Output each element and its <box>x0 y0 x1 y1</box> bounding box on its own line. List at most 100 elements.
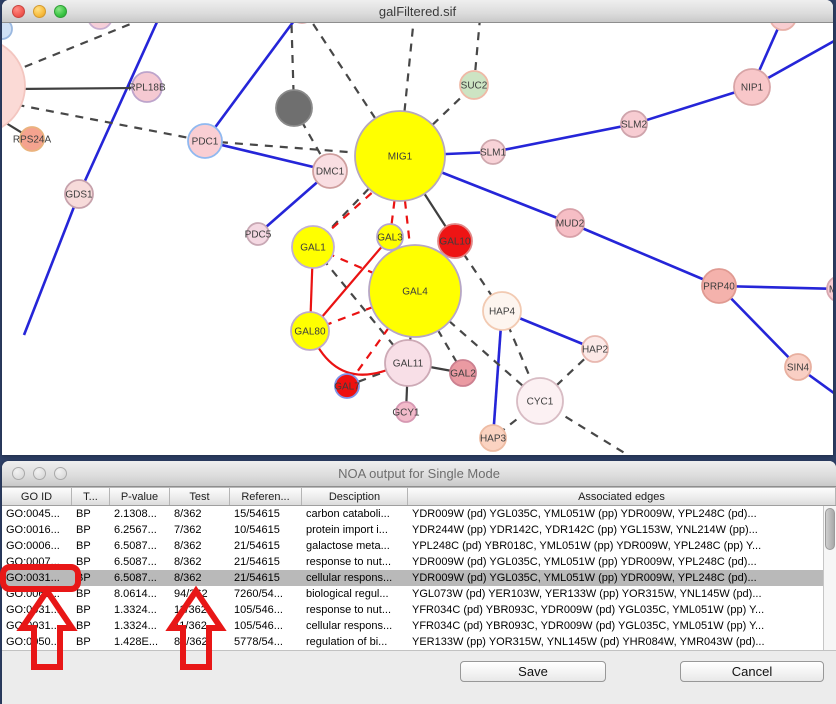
table-row[interactable]: GO:0031...BP1.3324...11/362105/546...cel… <box>2 618 836 634</box>
cell: protein import i... <box>302 522 408 538</box>
cell: response to nut... <box>302 602 408 618</box>
node-label-prp40: PRP40 <box>703 282 735 293</box>
cell: 7260/54... <box>230 586 302 602</box>
cancel-button[interactable]: Cancel <box>680 661 824 682</box>
cell: 15/54615 <box>230 506 302 522</box>
cell: 6.5087... <box>110 538 170 554</box>
cell: cellular respons... <box>302 618 408 634</box>
table-row[interactable]: GO:0007...BP6.5087...8/36221/54615respon… <box>2 554 836 570</box>
column-header-associated-edges[interactable]: Associated edges <box>408 488 836 505</box>
cell: YGL073W (pd) YER103W, YER133W (pp) YOR31… <box>408 586 836 602</box>
column-header-p-value[interactable]: P-value <box>110 488 170 505</box>
cell: YDR009W (pd) YGL035C, YML051W (pp) YDR00… <box>408 506 836 522</box>
table-header: GO IDT...P-valueTestReferen...Desciption… <box>2 487 836 506</box>
cell: 105/546... <box>230 618 302 634</box>
vertical-scrollbar[interactable] <box>823 506 836 650</box>
cell: 21/54615 <box>230 554 302 570</box>
cell: BP <box>72 554 110 570</box>
node-label-rpl18b: RPL18B <box>128 83 166 94</box>
node-label-gal3: GAL3 <box>377 233 403 244</box>
cell: YFR034C (pd) YBR093C, YDR009W (pd) YGL03… <box>408 618 836 634</box>
table-row[interactable]: GO:0050...BP1.428E...80/3625778/54...reg… <box>2 634 836 650</box>
node-label-gal1: GAL1 <box>300 243 326 254</box>
cell: 8/362 <box>170 554 230 570</box>
cell: GO:0031... <box>2 602 72 618</box>
cell: GO:0016... <box>2 522 72 538</box>
table-row-selected[interactable]: GO:0031...BP6.5087...8/36221/54615cellul… <box>2 570 836 586</box>
column-header-t[interactable]: T... <box>72 488 110 505</box>
node-label-nip1: NIP1 <box>741 83 764 94</box>
cell: carbon cataboli... <box>302 506 408 522</box>
cell: BP <box>72 570 110 586</box>
desktop: galFiltered.sif RPL18BRPS24AGDS1PDC1DMC1… <box>0 0 836 704</box>
cell: 8/362 <box>170 570 230 586</box>
cell: 2.1308... <box>110 506 170 522</box>
cell: 10/54615 <box>230 522 302 538</box>
cell: GO:0007... <box>2 554 72 570</box>
node-label-msn: MSN <box>829 285 833 296</box>
node-label-gal80: GAL80 <box>294 327 326 338</box>
table-row[interactable]: GO:0016...BP6.2567...7/36210/54615protei… <box>2 522 836 538</box>
node-label-hap4: HAP4 <box>489 307 516 318</box>
cell: 11/362 <box>170 618 230 634</box>
cell: GO:0006... <box>2 538 72 554</box>
noa-window-titlebar[interactable]: NOA output for Single Mode <box>2 461 836 487</box>
cell: 8/362 <box>170 506 230 522</box>
noa-output-window: NOA output for Single Mode GO IDT...P-va… <box>2 461 836 704</box>
cell: BP <box>72 602 110 618</box>
node-label-gcy1: GCY1 <box>392 408 420 419</box>
node-label-gal7: GAL7 <box>334 382 360 393</box>
network-node-unlabeled-topright[interactable] <box>770 23 796 30</box>
network-graph[interactable]: RPL18BRPS24AGDS1PDC1DMC1MIG1SUC2SLM1SLM2… <box>2 23 833 455</box>
cell: YFR034C (pd) YBR093C, YDR009W (pd) YGL03… <box>408 602 836 618</box>
cell: 105/546... <box>230 602 302 618</box>
node-label-pdc5: PDC5 <box>245 230 272 241</box>
network-node-unlabeled-topleft[interactable] <box>2 23 12 39</box>
button-bar: Save Cancel <box>2 650 836 704</box>
node-label-rps24a: RPS24A <box>13 135 52 146</box>
column-header-test[interactable]: Test <box>170 488 230 505</box>
network-window-titlebar[interactable]: galFiltered.sif <box>2 0 833 23</box>
column-header-go-id[interactable]: GO ID <box>2 488 72 505</box>
node-label-hap3: HAP3 <box>480 434 507 445</box>
node-label-slm2: SLM2 <box>621 120 648 131</box>
network-edge <box>79 23 162 194</box>
cell: 7/362 <box>170 522 230 538</box>
node-label-pdc1: PDC1 <box>192 137 219 148</box>
network-edge <box>570 223 719 286</box>
column-header-desciption[interactable]: Desciption <box>302 488 408 505</box>
network-canvas[interactable]: RPL18BRPS24AGDS1PDC1DMC1MIG1SUC2SLM1SLM2… <box>2 23 833 455</box>
node-label-slm1: SLM1 <box>480 148 507 159</box>
network-edge <box>2 23 207 78</box>
node-label-hap2: HAP2 <box>582 345 609 356</box>
table-row[interactable]: GO:0045...BP2.1308...8/36215/54615carbon… <box>2 506 836 522</box>
column-header-referen[interactable]: Referen... <box>230 488 302 505</box>
node-label-gal11: GAL11 <box>393 359 424 370</box>
table-row[interactable]: GO:0031...BP1.3324...11/362105/546...res… <box>2 602 836 618</box>
node-label-gal10: GAL10 <box>439 237 471 248</box>
network-window: galFiltered.sif RPL18BRPS24AGDS1PDC1DMC1… <box>2 0 833 455</box>
cell: response to nut... <box>302 554 408 570</box>
scrollbar-thumb[interactable] <box>825 508 835 550</box>
cell: YDR009W (pd) YGL035C, YML051W (pp) YDR00… <box>408 554 836 570</box>
cell: 80/362 <box>170 634 230 650</box>
node-label-mud2: MUD2 <box>556 219 585 230</box>
save-button[interactable]: Save <box>460 661 606 682</box>
node-label-cyc1: CYC1 <box>527 397 554 408</box>
cell: 1.3324... <box>110 602 170 618</box>
network-node-unlabeled-gray[interactable] <box>276 90 312 126</box>
node-label-gal4: GAL4 <box>402 287 428 298</box>
cell: 6.5087... <box>110 570 170 586</box>
cell: 5778/54... <box>230 634 302 650</box>
network-edge <box>493 124 634 152</box>
table-row[interactable]: GO:0065...BP8.0614...94/3627260/54...bio… <box>2 586 836 602</box>
network-node-unlabeled-top1[interactable] <box>88 23 112 29</box>
cell: 1.3324... <box>110 618 170 634</box>
cell: GO:0065... <box>2 586 72 602</box>
cell: 8/362 <box>170 538 230 554</box>
cell: cellular respons... <box>302 570 408 586</box>
table-row[interactable]: GO:0006...BP6.5087...8/36221/54615galact… <box>2 538 836 554</box>
cell: 21/54615 <box>230 570 302 586</box>
network-node-unlabeled-left[interactable] <box>2 38 25 134</box>
cell: YER133W (pp) YOR315W, YNL145W (pd) YHR08… <box>408 634 836 650</box>
